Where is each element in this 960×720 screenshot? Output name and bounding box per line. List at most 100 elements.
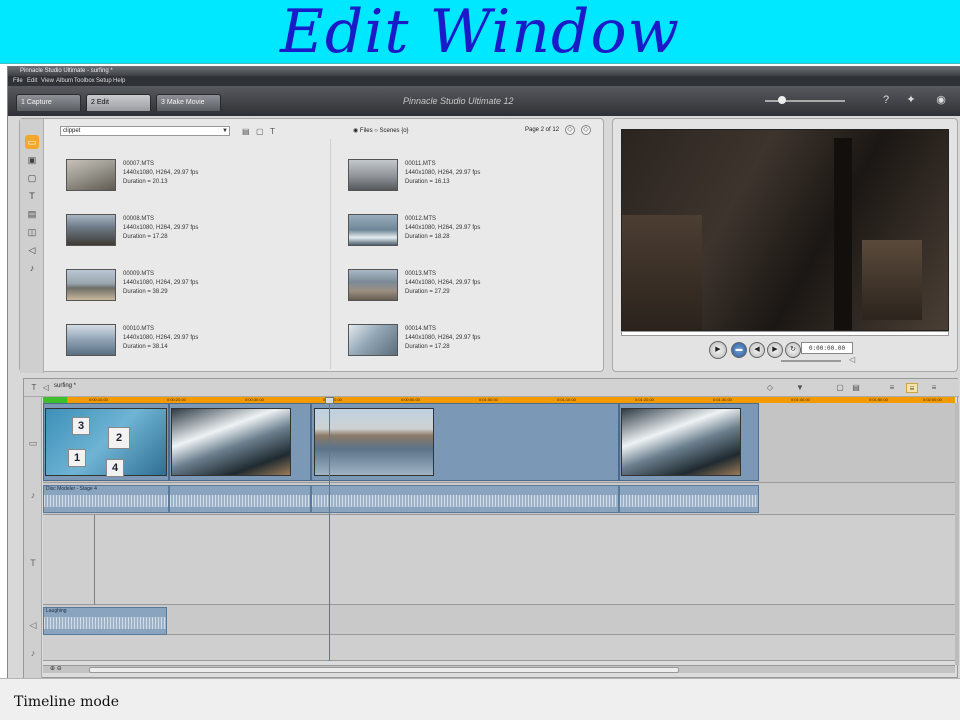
open-folder-icon[interactable]: ▢ <box>256 127 266 136</box>
prev-page-icon[interactable]: ◇ <box>565 125 575 135</box>
music-icon[interactable]: ♪ <box>25 261 39 275</box>
album-clip[interactable]: 00007.MTS 1440x1080, H264, 29.97 fps Dur… <box>66 159 286 203</box>
audio-clip[interactable] <box>169 485 311 513</box>
text-tool-icon[interactable]: T <box>270 127 280 136</box>
timeline-clip[interactable] <box>169 403 311 481</box>
clip-frame: 3 2 1 4 <box>45 408 167 477</box>
album-clip[interactable]: 00012.MTS 1440x1080, H264, 29.97 fps Dur… <box>348 214 568 258</box>
fast-forward-icon[interactable]: ▶ <box>767 342 783 358</box>
audio-clip[interactable]: Disc Modeler - Stage 4 <box>43 485 169 513</box>
album-clip[interactable]: 00013.MTS 1440x1080, H264, 29.97 fps Dur… <box>348 269 568 313</box>
timeline-vertical-scrollbar[interactable] <box>955 403 959 665</box>
menu-edit[interactable]: Edit <box>27 76 37 86</box>
timeline-clip[interactable] <box>311 403 619 481</box>
preview-video <box>621 129 949 331</box>
storyboard-view-icon[interactable]: ≡ <box>886 383 898 393</box>
clip-thumbnail[interactable] <box>66 324 116 356</box>
clip-frame <box>314 408 434 476</box>
album-clip[interactable]: 00008.MTS 1440x1080, H264, 29.97 fps Dur… <box>66 214 286 258</box>
clip-thumbnail[interactable] <box>348 324 398 356</box>
video-track-icon[interactable]: ▭ <box>27 437 39 449</box>
sound-effects-track[interactable]: Laughing <box>43 605 955 635</box>
menu-toolbox[interactable]: Toolbox <box>74 76 95 86</box>
clip-duration: Duration = 17.28 <box>405 344 450 350</box>
clip-format: 1440x1080, H264, 29.97 fps <box>123 225 199 231</box>
preview-scrubber[interactable] <box>621 331 949 336</box>
rewind-icon[interactable]: ◀ <box>749 342 765 358</box>
album-clip[interactable]: 00010.MTS 1440x1080, H264, 29.97 fps Dur… <box>66 324 286 368</box>
volume-slider[interactable] <box>765 100 845 102</box>
menu-thumb-number: 2 <box>108 427 130 449</box>
menu-file[interactable]: File <box>13 76 23 86</box>
clip-thumbnail[interactable] <box>66 159 116 191</box>
tab-capture[interactable]: 1 Capture <box>16 94 81 111</box>
status-text: Timeline mode <box>14 694 120 710</box>
view-mode-options[interactable]: ◉ Files ○ Scenes {o} <box>353 127 409 134</box>
preview-scene-door <box>834 138 852 330</box>
title-track-toggle-icon[interactable]: T <box>28 383 40 393</box>
chevron-down-icon[interactable]: ▼ <box>221 127 229 135</box>
menu-view[interactable]: View <box>41 76 54 86</box>
clip-thumbnail[interactable] <box>348 159 398 191</box>
audio-track-icon[interactable]: ♪ <box>27 489 39 501</box>
video-track[interactable]: 3 2 1 4 <box>43 403 955 483</box>
sound-effects-icon[interactable]: ◁ <box>25 243 39 257</box>
album-clip[interactable]: 00011.MTS 1440x1080, H264, 29.97 fps Dur… <box>348 159 568 203</box>
folder-icon[interactable]: ▤ <box>242 127 252 136</box>
effects-icon[interactable]: ◫ <box>25 225 39 239</box>
menu-help[interactable]: Help <box>113 76 125 86</box>
loop-icon[interactable]: ↻ <box>785 342 801 358</box>
disc-menu-icon[interactable]: ▤ <box>25 207 39 221</box>
audio-toggle-icon[interactable]: ◁ <box>40 383 52 393</box>
scrollbar-thumb[interactable] <box>89 667 679 673</box>
jog-slider[interactable] <box>781 360 841 362</box>
album-source-select[interactable]: clippet <box>60 126 230 136</box>
clip-thumbnail[interactable] <box>348 214 398 246</box>
timecode-display[interactable]: 0:00:00.00 <box>801 342 853 354</box>
sound-track-icon[interactable]: ◁ <box>27 619 39 631</box>
volume-slider-knob[interactable] <box>778 96 786 104</box>
still-image-icon[interactable]: ▢ <box>25 171 39 185</box>
delete-icon[interactable]: ▢ <box>834 383 846 393</box>
tab-make-movie[interactable]: 3 Make Movie <box>156 94 221 111</box>
video-album-icon[interactable]: ▭ <box>25 135 39 149</box>
lightbulb-icon[interactable]: ✦ <box>903 92 919 108</box>
transitions-icon[interactable]: ▣ <box>25 153 39 167</box>
title-icon[interactable]: T <box>25 189 39 203</box>
razor-icon[interactable]: ◇ <box>764 383 776 393</box>
zoom-icon[interactable]: ⊕ ⊖ <box>50 665 62 672</box>
fullscreen-icon[interactable]: ▬ <box>731 342 747 358</box>
title-track-icon[interactable]: T <box>27 557 39 569</box>
audio-clip[interactable] <box>619 485 759 513</box>
text-view-icon[interactable]: ≡ <box>928 383 940 393</box>
play-icon[interactable]: ▶ <box>709 341 727 359</box>
clip-thumbnail[interactable] <box>348 269 398 301</box>
audio-clip[interactable] <box>311 485 619 513</box>
audio-track[interactable]: Disc Modeler - Stage 4 <box>43 483 955 515</box>
music-clip[interactable]: Laughing <box>43 607 167 635</box>
album-clip[interactable]: 00014.MTS 1440x1080, H264, 29.97 fps Dur… <box>348 324 568 368</box>
music-track-icon[interactable]: ♪ <box>27 647 39 659</box>
clip-thumbnail[interactable] <box>66 269 116 301</box>
trash-icon[interactable]: ▤ <box>850 383 862 393</box>
marker-icon[interactable]: ▼ <box>794 383 806 393</box>
music-track[interactable] <box>43 635 955 661</box>
playhead-line[interactable] <box>329 403 330 661</box>
clip-thumbnail[interactable] <box>66 214 116 246</box>
menu-album[interactable]: Album <box>56 76 73 86</box>
timeline-horizontal-scrollbar[interactable] <box>43 665 955 673</box>
next-page-icon[interactable]: ◇ <box>581 125 591 135</box>
preview-scene-couch <box>622 215 702 330</box>
tab-edit[interactable]: 2 Edit <box>86 94 151 111</box>
volume-icon[interactable]: ◁ <box>849 355 855 364</box>
question-icon[interactable]: ? <box>878 92 894 108</box>
album-clip[interactable]: 00009.MTS 1440x1080, H264, 29.97 fps Dur… <box>66 269 286 313</box>
menu-setup[interactable]: Setup <box>96 76 112 86</box>
clip-format: 1440x1080, H264, 29.97 fps <box>123 280 199 286</box>
title-track[interactable] <box>43 515 955 605</box>
timeline-clip[interactable] <box>619 403 759 481</box>
disc-icon[interactable]: ◉ <box>933 92 949 108</box>
playhead-handle[interactable] <box>325 397 334 404</box>
timeline-view-icon[interactable]: ≡ <box>906 383 918 393</box>
timeline-clip-menu[interactable]: 3 2 1 4 <box>43 403 169 481</box>
